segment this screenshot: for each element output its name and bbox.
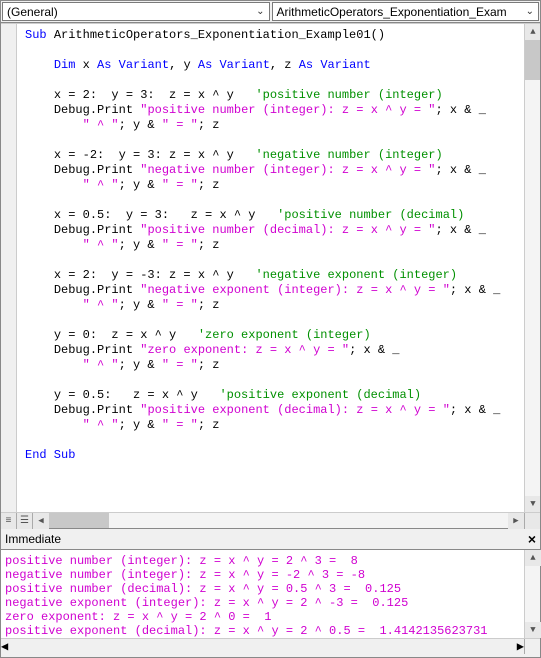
scroll-corner (524, 513, 540, 529)
scroll-track[interactable] (8, 639, 517, 654)
scroll-thumb[interactable] (525, 40, 540, 80)
procedure-dropdown-text: ArithmeticOperators_Exponentiation_Exam (277, 5, 507, 19)
scroll-corner (524, 639, 540, 654)
chevron-down-icon: ⌄ (256, 6, 264, 17)
scroll-left-icon[interactable]: ◀ (33, 513, 49, 529)
kw-end-sub: End Sub (25, 448, 75, 462)
sub-parens: () (371, 28, 385, 42)
code-hscrollbar[interactable]: ≡ ☰ ◀ ▶ (1, 512, 540, 528)
code-pane: Sub ArithmeticOperators_Exponentiation_E… (1, 23, 540, 528)
sub-name: ArithmeticOperators_Exponentiation_Examp… (54, 28, 371, 42)
close-icon[interactable]: × (528, 531, 536, 547)
procedure-dropdown[interactable]: ArithmeticOperators_Exponentiation_Exam … (272, 2, 540, 21)
code-editor[interactable]: Sub ArithmeticOperators_Exponentiation_E… (17, 24, 524, 512)
output-line: positive exponent (decimal): z = x ^ y =… (5, 624, 487, 638)
scroll-track[interactable] (109, 513, 508, 528)
output-line: negative number (integer): z = x ^ y = -… (5, 568, 365, 582)
procedure-view-icon[interactable]: ≡ (1, 513, 17, 529)
object-dropdown-text: (General) (7, 5, 58, 19)
kw-dim: Dim (54, 58, 76, 72)
chevron-down-icon: ⌄ (526, 6, 534, 17)
scroll-down-icon[interactable]: ▼ (525, 496, 540, 512)
kw-sub: Sub (25, 28, 47, 42)
scroll-track[interactable] (525, 80, 540, 496)
output-line: positive number (decimal): z = x ^ y = 0… (5, 582, 401, 596)
object-dropdown[interactable]: (General) ⌄ (2, 2, 270, 21)
immediate-pane: Immediate × positive number (integer): z… (1, 528, 540, 654)
scroll-thumb[interactable] (49, 513, 109, 528)
scroll-up-icon[interactable]: ▲ (525, 24, 540, 40)
breakpoint-margin[interactable] (1, 24, 17, 512)
scroll-down-icon[interactable]: ▼ (525, 622, 541, 638)
immediate-vscrollbar[interactable]: ▲ ▼ (524, 550, 540, 638)
full-module-view-icon[interactable]: ☰ (17, 513, 33, 529)
immediate-titlebar[interactable]: Immediate × (1, 529, 540, 550)
output-line: positive number (integer): z = x ^ y = 2… (5, 554, 358, 568)
immediate-output[interactable]: positive number (integer): z = x ^ y = 2… (1, 550, 524, 638)
immediate-hscrollbar[interactable]: ◀ ▶ (1, 638, 540, 654)
scroll-right-icon[interactable]: ▶ (517, 639, 524, 654)
output-line: negative exponent (integer): z = x ^ y =… (5, 596, 408, 610)
scroll-left-icon[interactable]: ◀ (1, 639, 8, 654)
output-line: zero exponent: z = x ^ y = 2 ^ 0 = 1 (5, 610, 271, 624)
scroll-track[interactable] (525, 566, 540, 622)
scroll-up-icon[interactable]: ▲ (525, 550, 541, 566)
scroll-right-icon[interactable]: ▶ (508, 513, 524, 529)
code-vscrollbar[interactable]: ▲ ▼ (524, 24, 540, 512)
declarations-bar: (General) ⌄ ArithmeticOperators_Exponent… (1, 1, 540, 23)
immediate-title: Immediate (5, 532, 61, 546)
